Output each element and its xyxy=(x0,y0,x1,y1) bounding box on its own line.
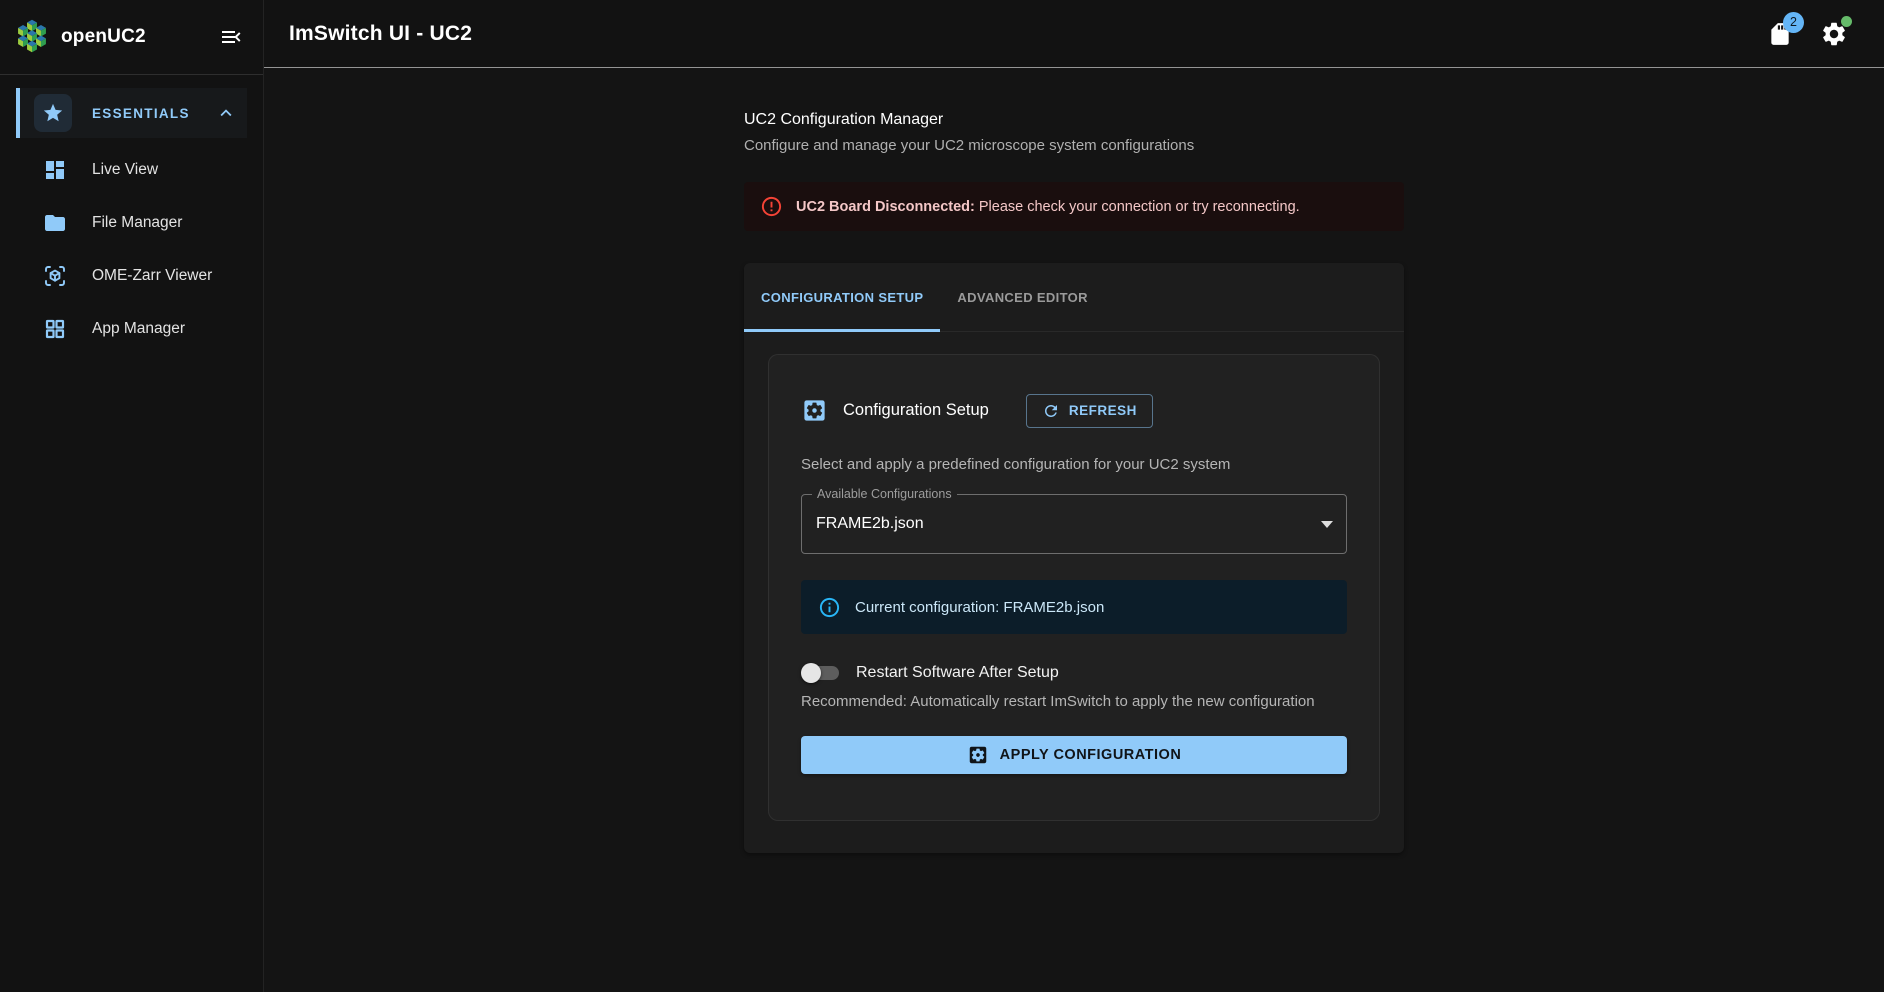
sidebar-section-essentials[interactable]: ESSENTIALS xyxy=(16,88,247,138)
select-value: FRAME2b.json xyxy=(802,495,1346,553)
info-icon xyxy=(818,596,841,619)
select-label: Available Configurations xyxy=(812,487,957,501)
status-dot xyxy=(1841,16,1852,27)
page-title: UC2 Configuration Manager xyxy=(744,111,1404,129)
chevron-up-icon[interactable] xyxy=(215,102,237,124)
sidebar-item-label: OME-Zarr Viewer xyxy=(92,267,212,285)
main-content: UC2 Configuration Manager Configure and … xyxy=(264,68,1884,992)
sidebar: openUC2 ESSENTIALS Live View xyxy=(0,0,264,992)
error-alert-text: UC2 Board Disconnected:Please check your… xyxy=(796,199,1300,215)
sidebar-item-file-manager[interactable]: File Manager xyxy=(0,199,263,247)
restart-toggle-hint: Recommended: Automatically restart ImSwi… xyxy=(801,693,1347,710)
panel-description: Select and apply a predefined configurat… xyxy=(801,456,1347,473)
sidebar-item-label: File Manager xyxy=(92,214,182,232)
sidebar-item-label: App Manager xyxy=(92,320,185,338)
error-alert: UC2 Board Disconnected:Please check your… xyxy=(744,182,1404,231)
page-header-title: ImSwitch UI - UC2 xyxy=(289,22,472,46)
settings-button[interactable] xyxy=(1814,14,1854,54)
brand-name: openUC2 xyxy=(61,26,146,48)
restart-toggle-label: Restart Software After Setup xyxy=(856,664,1059,682)
dashboard-icon xyxy=(43,158,67,182)
apps-grid-icon xyxy=(43,317,67,341)
settings-applications-icon xyxy=(967,744,989,766)
sidebar-item-live-view[interactable]: Live View xyxy=(0,146,263,194)
restart-toggle[interactable] xyxy=(801,663,839,683)
appbar: ImSwitch UI - UC2 2 xyxy=(264,0,1884,68)
tab-bar: CONFIGURATION SETUP ADVANCED EDITOR xyxy=(744,263,1404,332)
info-alert-text: Current configuration: FRAME2b.json xyxy=(855,599,1104,616)
dropdown-caret-icon xyxy=(1321,521,1333,528)
folder-icon xyxy=(43,211,67,235)
settings-applications-icon xyxy=(801,397,828,424)
zarr-cube-icon xyxy=(43,264,67,288)
openuc2-logo-icon xyxy=(13,18,51,56)
configuration-card: CONFIGURATION SETUP ADVANCED EDITOR Conf… xyxy=(744,263,1404,853)
error-icon xyxy=(760,195,783,218)
info-alert: Current configuration: FRAME2b.json xyxy=(801,580,1347,634)
sidebar-header: openUC2 xyxy=(0,0,263,75)
section-label: ESSENTIALS xyxy=(92,106,190,121)
panel-heading: Configuration Setup xyxy=(843,401,989,420)
star-icon xyxy=(34,94,72,132)
configuration-select[interactable]: Available Configurations FRAME2b.json xyxy=(801,494,1347,554)
apply-configuration-button[interactable]: APPLY CONFIGURATION xyxy=(801,736,1347,774)
configuration-setup-panel: Configuration Setup REFRESH Select and a… xyxy=(768,354,1380,821)
sidebar-nav: Live View File Manager OME- xyxy=(0,146,263,353)
sd-card-button[interactable]: 2 xyxy=(1760,14,1800,54)
page-subtitle: Configure and manage your UC2 microscope… xyxy=(744,137,1404,154)
sidebar-item-app-manager[interactable]: App Manager xyxy=(0,305,263,353)
tab-advanced-editor[interactable]: ADVANCED EDITOR xyxy=(940,263,1104,331)
tab-configuration-setup[interactable]: CONFIGURATION SETUP xyxy=(744,263,940,331)
menu-open-icon[interactable] xyxy=(215,21,247,53)
refresh-icon xyxy=(1042,402,1060,420)
notification-badge: 2 xyxy=(1783,12,1804,33)
sidebar-item-ome-zarr-viewer[interactable]: OME-Zarr Viewer xyxy=(0,252,263,300)
refresh-button[interactable]: REFRESH xyxy=(1026,394,1153,428)
sidebar-item-label: Live View xyxy=(92,161,158,179)
